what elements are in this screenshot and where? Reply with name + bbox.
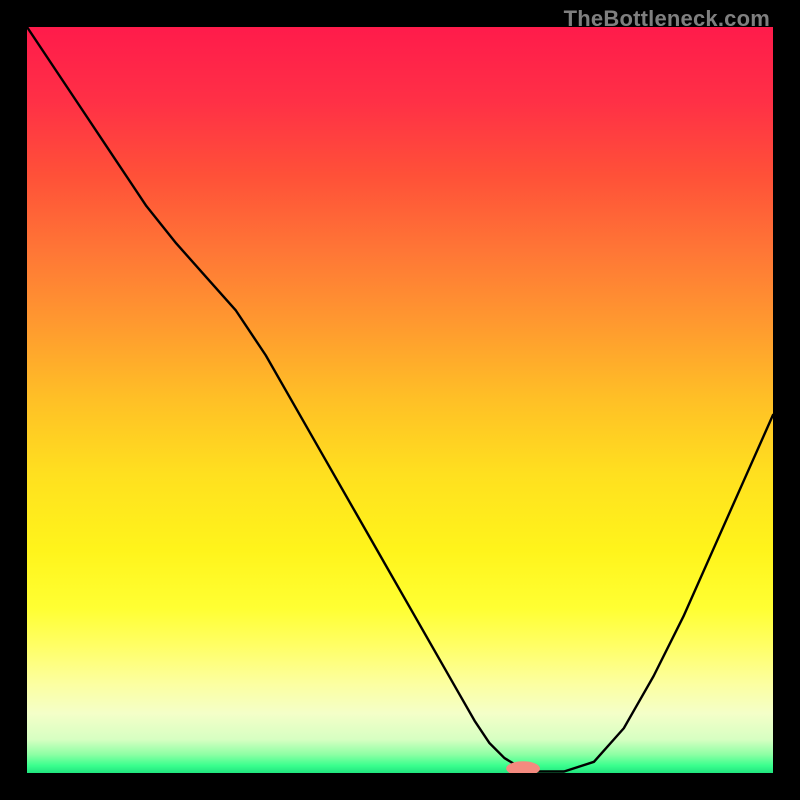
chart-plot-area [27,27,773,773]
chart-frame: TheBottleneck.com [0,0,800,800]
chart-svg [27,27,773,773]
optimal-point-marker [507,762,540,773]
